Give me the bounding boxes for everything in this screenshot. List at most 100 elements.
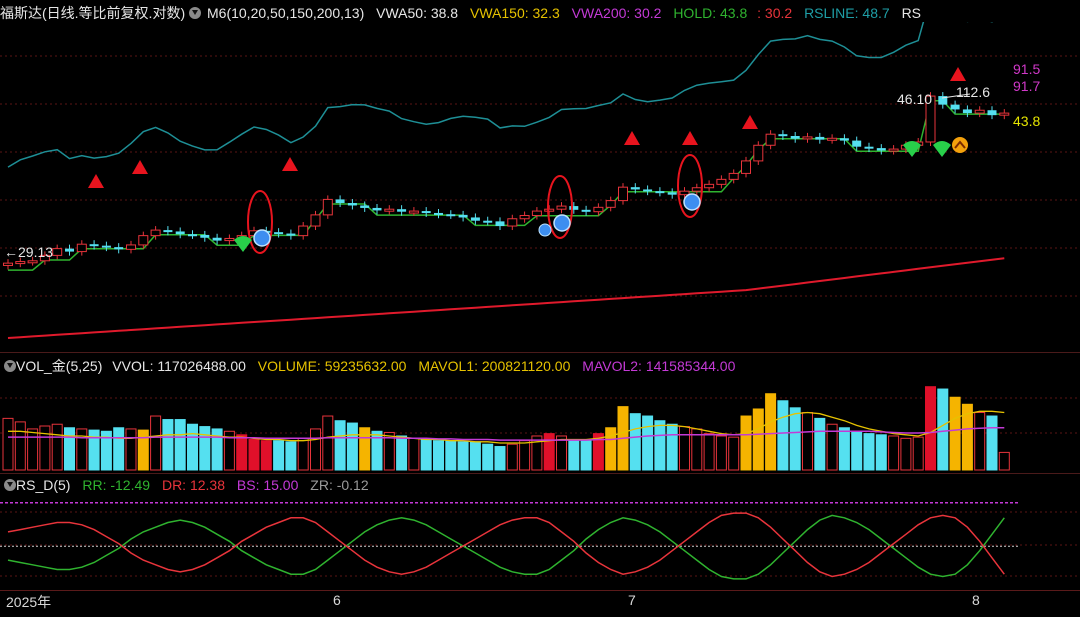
- green-wifi-icon: [933, 141, 951, 157]
- volume-bar: [310, 428, 321, 471]
- vwa200-value: VWA200: 30.2: [571, 5, 662, 21]
- rs-chart[interactable]: [0, 498, 1080, 590]
- candle-body-down: [987, 110, 997, 116]
- volume-bar: [187, 423, 198, 471]
- volume-bar: [27, 428, 39, 471]
- volume-bar: [137, 429, 149, 471]
- rs-title[interactable]: RS_D(5): [16, 477, 70, 493]
- candle-body-up: [618, 186, 628, 202]
- green-wifi-icon: [234, 236, 252, 252]
- vol-title[interactable]: VOL_金(5,25): [16, 358, 102, 374]
- orange-chevron-icon: [952, 137, 968, 153]
- candle-body-down: [114, 247, 124, 250]
- volume-bar: [408, 437, 420, 471]
- rsline-value: RSLINE: 48.7: [804, 5, 890, 21]
- volume-bar: [445, 440, 457, 471]
- volume-bar: [457, 441, 469, 471]
- dr-value: DR: 12.38: [161, 477, 225, 493]
- volume-bar: [297, 437, 309, 471]
- volume-bar: [174, 419, 186, 471]
- volume-bar: [113, 427, 125, 471]
- candle-body-up: [52, 248, 63, 256]
- candle-body-down: [667, 192, 677, 195]
- blue-orb-icon: [683, 193, 701, 211]
- candle-body-down: [815, 136, 825, 140]
- candle-body-up: [544, 208, 555, 212]
- candle-body-down: [962, 109, 972, 114]
- volume-bar: [752, 408, 764, 471]
- vol-header: VOL_金(5,25) VVOL: 117026488.00 VOLUME: 5…: [0, 355, 735, 377]
- price-chart[interactable]: [0, 22, 1080, 352]
- volume-bar: [494, 446, 506, 471]
- volume-bar: [851, 430, 863, 471]
- volume-bar: [937, 388, 949, 471]
- candle-body-up: [138, 235, 149, 246]
- candle-body-up: [802, 136, 813, 140]
- rr-value: RR: -12.49: [82, 477, 151, 493]
- candle-body-down: [397, 209, 407, 212]
- volume-bar: [39, 425, 51, 471]
- volume-bar: [482, 443, 494, 471]
- volume-chart[interactable]: [0, 378, 1080, 474]
- volume-bar: [715, 435, 727, 471]
- volume-bar: [248, 438, 260, 471]
- volume-bar: [863, 433, 875, 471]
- volume-bar: [838, 427, 850, 471]
- candle-body-up: [531, 210, 542, 217]
- volume-bar: [986, 415, 998, 471]
- volume-bar: [974, 412, 986, 471]
- candle-body-down: [470, 217, 480, 221]
- candle-body-down: [569, 206, 579, 210]
- candle-body-down: [200, 234, 210, 238]
- candle-body-down: [188, 234, 197, 237]
- candle-body-up: [3, 262, 13, 266]
- volume-bar: [506, 443, 518, 471]
- candle-body-down: [89, 244, 99, 247]
- candle-body-down: [65, 248, 74, 252]
- candle-body-up: [507, 218, 518, 227]
- red-triangle-icon: [282, 157, 298, 171]
- mavol2-value: MAVOL2: 141585344.00: [582, 358, 736, 374]
- volume-bar: [629, 413, 641, 471]
- rs-label: RS: [901, 5, 922, 21]
- indicator-name[interactable]: M6(10,20,50,150,200,13): [207, 5, 364, 21]
- candle-body-down: [175, 231, 185, 235]
- volume-bar: [814, 417, 826, 471]
- toggle-arrow-icon[interactable]: [189, 7, 202, 19]
- rs-header: RS_D(5) RR: -12.49 DR: 12.38 BS: 15.00 Z…: [0, 474, 369, 496]
- volume-bar: [88, 429, 100, 471]
- candle-body-up: [605, 200, 616, 208]
- red-triangle-icon: [682, 131, 698, 145]
- candle-body-down: [163, 230, 173, 233]
- blue-orb-icon: [253, 229, 271, 247]
- high-value-label: 112.6: [956, 84, 990, 100]
- candle-body-up: [322, 198, 333, 216]
- candle-body-up: [150, 229, 161, 237]
- toggle-arrow-icon[interactable]: [4, 360, 16, 372]
- red-triangle-icon: [624, 131, 640, 145]
- volume-bar: [740, 415, 752, 471]
- candle-body-down: [360, 205, 370, 208]
- volume-bar: [642, 415, 654, 471]
- volume-bar: [765, 393, 777, 471]
- volume-bar: [888, 435, 900, 471]
- candle-body-up: [974, 109, 985, 114]
- volume-bar: [875, 434, 887, 471]
- stock-title: 福斯达(日线.等比前复权.对数): [0, 5, 186, 21]
- candle-body-up: [593, 206, 604, 213]
- x-label-year: 2025年: [6, 594, 52, 610]
- candle-body-up: [765, 133, 776, 146]
- volume-bar: [469, 441, 481, 471]
- volume-bar: [199, 426, 211, 471]
- volume-bar: [703, 433, 715, 471]
- volume-bar: [949, 396, 961, 471]
- volume-bar: [76, 428, 88, 471]
- candle-body-down: [101, 245, 111, 248]
- candle-body-up: [691, 187, 702, 192]
- rr-line: [7, 514, 1005, 580]
- x-label-month-6: 6: [333, 592, 341, 608]
- toggle-arrow-icon[interactable]: [4, 479, 16, 491]
- candle-body-down: [950, 104, 960, 110]
- blue-orb-icon: [538, 223, 552, 237]
- volume-bar: [728, 436, 740, 471]
